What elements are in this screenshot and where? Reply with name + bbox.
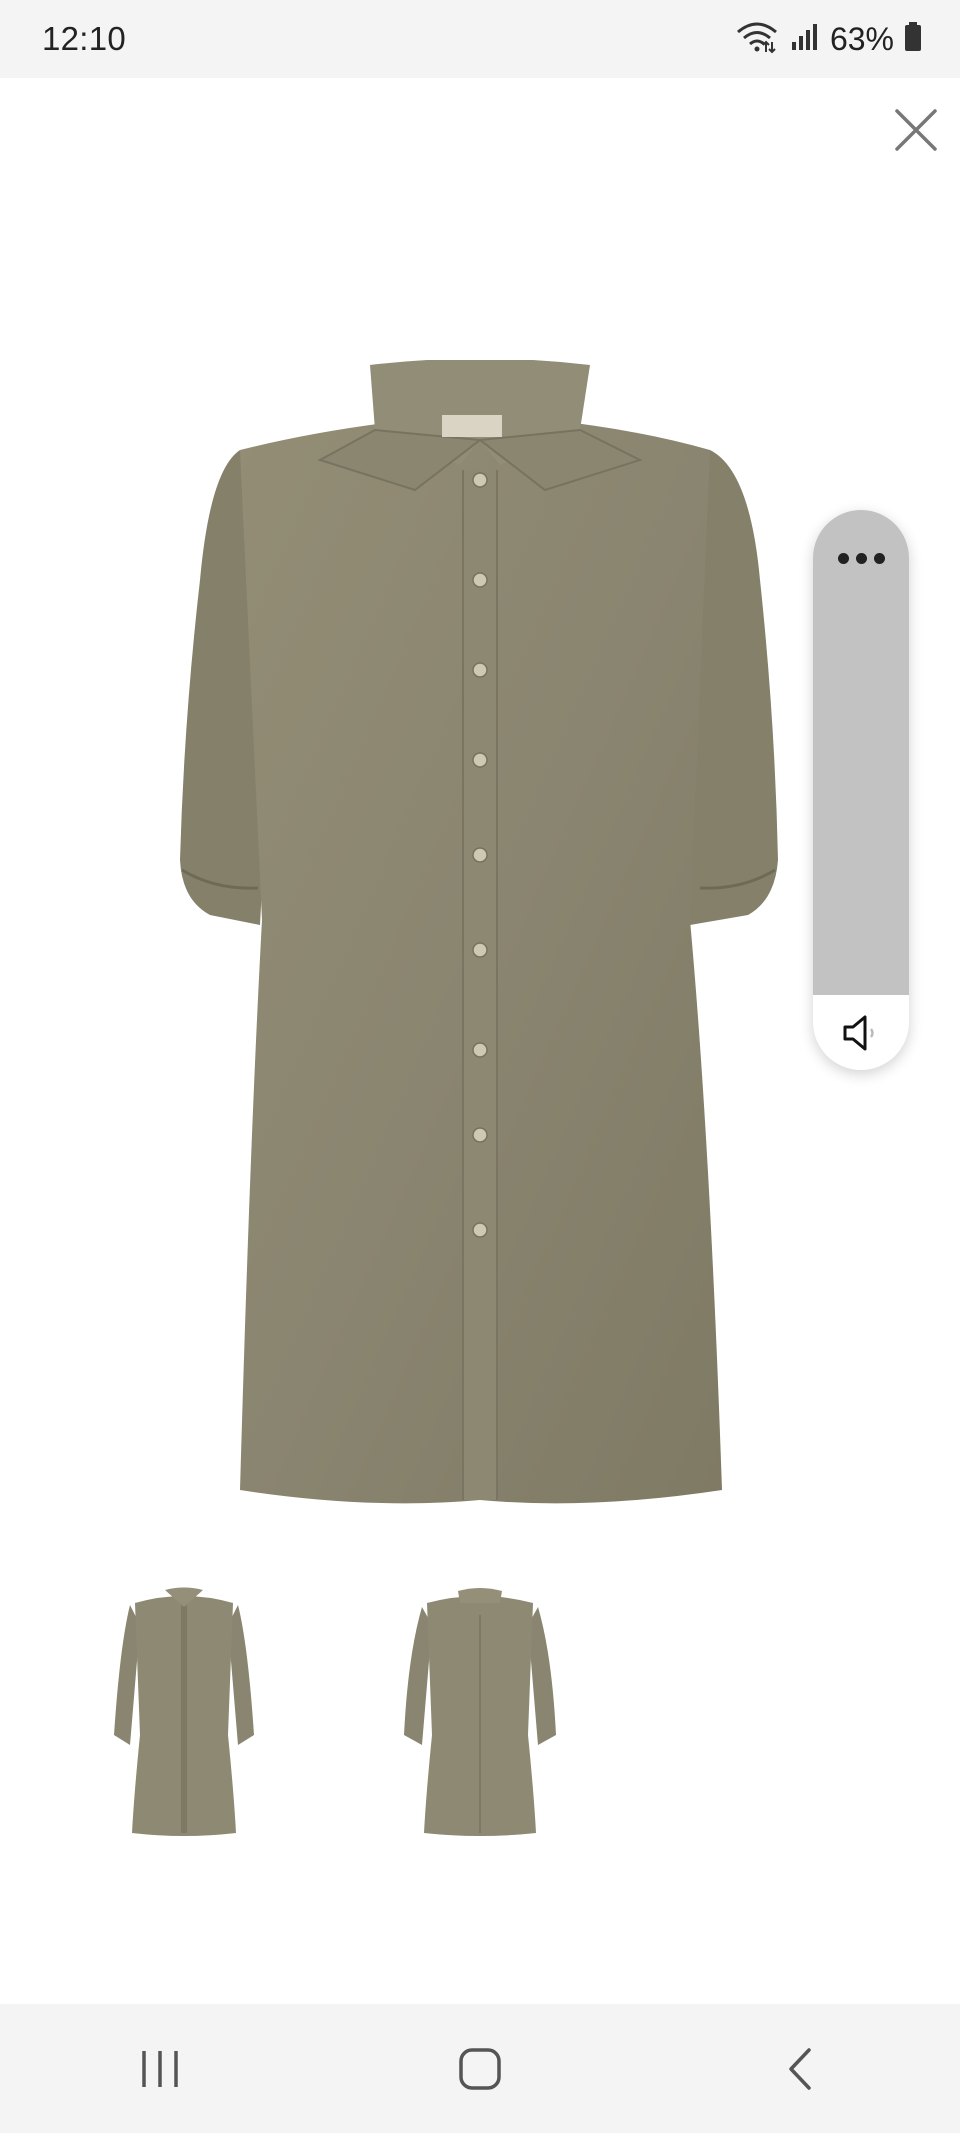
close-icon	[895, 109, 937, 151]
home-button[interactable]	[420, 2019, 540, 2119]
clock: 12:10	[42, 20, 127, 57]
speaker-icon	[843, 1015, 874, 1050]
battery-percent: 63%	[829, 20, 894, 57]
volume-slider[interactable]	[813, 510, 909, 995]
status-bar: 12:10 63%	[0, 0, 960, 78]
back-button[interactable]	[740, 2019, 860, 2119]
dress-back-thumbnail[interactable]	[400, 1585, 560, 1841]
speaker-button[interactable]	[813, 995, 909, 1070]
recent-apps-icon	[142, 2050, 178, 2087]
wifi-icon	[734, 20, 780, 59]
back-icon	[789, 2047, 811, 2090]
home-icon	[459, 2047, 501, 2090]
status-icons: 63%	[734, 20, 922, 59]
signal-icon	[790, 22, 820, 57]
recent-apps-button[interactable]	[100, 2019, 220, 2119]
volume-panel	[813, 510, 909, 1070]
dress-front-thumbnail[interactable]	[110, 1585, 258, 1841]
more-options-icon[interactable]	[837, 548, 885, 568]
battery-icon	[904, 21, 922, 57]
navigation-bar	[0, 2004, 960, 2133]
main-product-image[interactable]	[170, 358, 790, 1510]
close-button[interactable]	[884, 98, 948, 162]
